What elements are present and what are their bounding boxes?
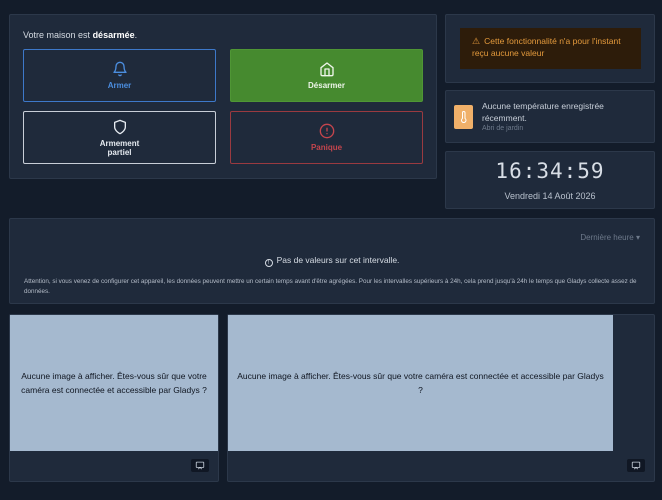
panic-button-label: Panique (310, 143, 343, 152)
temperature-location: Abri de jardin (482, 125, 524, 132)
history-chart-card: Dernière heure ▾ ! Pas de valeurs sur cet… (9, 218, 655, 304)
warning-text: Cette fonctionnalité n'a pour l'instant … (472, 36, 621, 58)
monitor-icon (631, 461, 641, 470)
monitor-icon (195, 461, 205, 470)
camera-fullscreen-button-2[interactable] (627, 459, 645, 472)
history-empty-text: Pas de valeurs sur cet intervalle. (276, 255, 400, 265)
partial-arm-label-line2: partiel (107, 147, 132, 157)
bell-icon (112, 61, 127, 77)
alarm-status-value: désarmée (92, 30, 135, 40)
disarm-button[interactable]: Désarmer (230, 49, 423, 102)
warning-card: ⚠ Cette fonctionnalité n'a pour l'instant… (445, 14, 655, 83)
partial-arm-button[interactable]: Armement partiel (23, 111, 216, 164)
camera-fullscreen-button-1[interactable] (191, 459, 209, 472)
history-empty-message: ! Pas de valeurs sur cet intervalle. (10, 255, 654, 267)
alarm-card: Votre maison est désarmée. Armer Désarme… (9, 14, 437, 179)
interval-dropdown[interactable]: Dernière heure ▾ (580, 233, 640, 242)
camera-placeholder-2: Aucune image à afficher. Êtes-vous sûr q… (228, 315, 613, 451)
clock-date: Vendredi 14 Août 2026 (504, 191, 596, 201)
camera-card-1: Aucune image à afficher. Êtes-vous sûr q… (9, 314, 219, 482)
arm-button[interactable]: Armer (23, 49, 216, 102)
alarm-status-prefix: Votre maison est (23, 30, 91, 40)
camera-message-1: Aucune image à afficher. Êtes-vous sûr q… (21, 371, 207, 395)
interval-dropdown-label: Dernière heure (580, 233, 634, 242)
info-circle-icon: ! (264, 259, 273, 267)
disarm-button-label: Désarmer (308, 81, 345, 90)
temperature-text: Aucune température enregistrée récemment… (482, 101, 604, 123)
camera-placeholder-1: Aucune image à afficher. Êtes-vous sûr q… (10, 315, 218, 451)
temperature-card: Aucune température enregistrée récemment… (445, 90, 655, 143)
history-note: Attention, si vous venez de configurer c… (24, 278, 637, 295)
home-icon (319, 62, 334, 77)
warning-alert: ⚠ Cette fonctionnalité n'a pour l'instant… (460, 28, 641, 69)
camera-card-2: Aucune image à afficher. Êtes-vous sûr q… (227, 314, 655, 482)
alarm-status-suffix: . (134, 30, 138, 40)
thermometer-icon (454, 105, 473, 129)
alert-circle-icon (319, 123, 334, 139)
clock-time: 16:34:59 (495, 159, 605, 183)
warning-triangle-icon: ⚠ (472, 36, 481, 46)
partial-arm-label-line1: Armement (99, 138, 140, 148)
arm-button-label: Armer (107, 81, 132, 90)
alarm-status: Votre maison est désarmée. (23, 30, 137, 40)
shield-icon (113, 119, 126, 134)
clock-card: 16:34:59 Vendredi 14 Août 2026 (445, 151, 655, 209)
camera-message-2: Aucune image à afficher. Êtes-vous sûr q… (237, 371, 604, 395)
caret-down-icon: ▾ (635, 233, 640, 242)
panic-button[interactable]: Panique (230, 111, 423, 164)
